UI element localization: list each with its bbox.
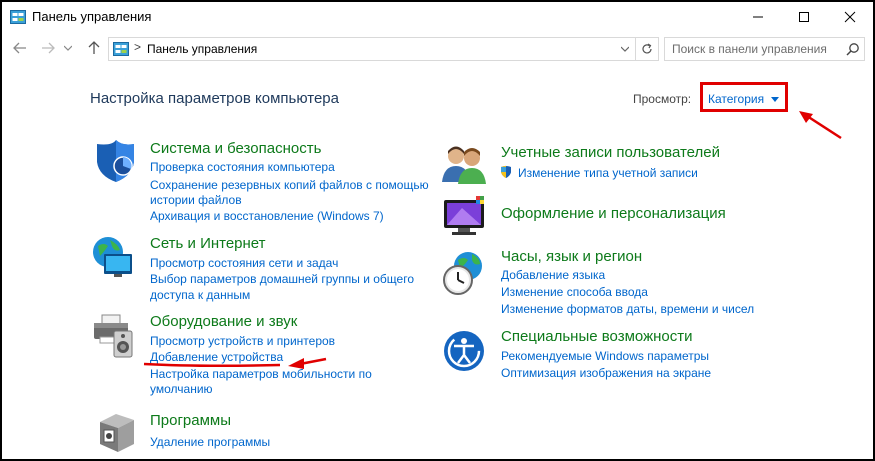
arrow-left-icon bbox=[13, 42, 26, 54]
page-title: Настройка параметров компьютера bbox=[90, 90, 339, 107]
category-title-clock[interactable]: Часы, язык и регион bbox=[501, 248, 642, 265]
chevron-down-icon bbox=[64, 45, 72, 51]
category-title-network[interactable]: Сеть и Интернет bbox=[150, 235, 266, 252]
maximize-icon bbox=[799, 12, 809, 22]
link-change-input-method[interactable]: Изменение способа ввода bbox=[501, 284, 648, 300]
link-homegroup-options-cont[interactable]: доступа к данным bbox=[150, 287, 250, 303]
link-file-history-backup-cont[interactable]: истории файлов bbox=[150, 192, 242, 208]
breadcrumb-separator: > bbox=[134, 40, 142, 54]
link-check-computer-status[interactable]: Проверка состояния компьютера bbox=[150, 159, 335, 175]
annotation-arrow-view bbox=[799, 111, 842, 140]
refresh-icon bbox=[642, 43, 652, 54]
link-change-date-formats[interactable]: Изменение форматов даты, времени и чисел bbox=[501, 301, 754, 317]
navigation-bar: > Панель управления Поиск в панели управ… bbox=[2, 34, 873, 64]
printer-speaker-icon bbox=[94, 314, 133, 358]
ease-of-access-icon bbox=[444, 331, 484, 371]
category-title-accounts[interactable]: Учетные записи пользователей bbox=[501, 144, 720, 161]
control-panel-icon bbox=[113, 42, 129, 56]
category-title-ease-of-access[interactable]: Специальные возможности bbox=[501, 328, 693, 345]
dropdown-caret-icon bbox=[771, 97, 779, 102]
back-button[interactable] bbox=[10, 38, 30, 58]
category-title-programs[interactable]: Программы bbox=[150, 412, 231, 429]
shield-icon bbox=[97, 140, 134, 182]
minimize-button[interactable] bbox=[735, 2, 781, 32]
link-recommended-settings[interactable]: Рекомендуемые Windows параметры bbox=[501, 348, 709, 364]
search-placeholder: Поиск в панели управления bbox=[672, 42, 827, 56]
category-title-hardware[interactable]: Оборудование и звук bbox=[150, 313, 297, 330]
link-mobility-settings-cont[interactable]: умолчанию bbox=[150, 381, 213, 397]
annotation-underline-add-device bbox=[143, 357, 327, 369]
category-title-security[interactable]: Система и безопасность bbox=[150, 140, 321, 157]
link-optimize-display[interactable]: Оптимизация изображения на экране bbox=[501, 365, 711, 381]
view-by-label: Просмотр: bbox=[633, 92, 692, 106]
link-uninstall-program[interactable]: Удаление программы bbox=[150, 434, 270, 450]
close-icon bbox=[844, 11, 856, 23]
link-backup-restore-win7[interactable]: Архивация и восстановление (Windows 7) bbox=[150, 208, 384, 224]
network-globe-icon bbox=[93, 237, 132, 277]
link-file-history-backup[interactable]: Сохранение резервных копий файлов с помо… bbox=[150, 177, 429, 193]
view-by-value: Категория bbox=[708, 92, 765, 106]
link-network-status[interactable]: Просмотр состояния сети и задач bbox=[150, 255, 338, 271]
breadcrumb-item[interactable]: Панель управления bbox=[147, 42, 257, 56]
arrow-up-icon bbox=[88, 41, 100, 54]
window-title: Панель управления bbox=[32, 9, 152, 24]
control-panel-window: Панель управления > Панель управления По… bbox=[0, 0, 875, 461]
category-title-appearance[interactable]: Оформление и персонализация bbox=[501, 205, 726, 222]
users-icon bbox=[442, 146, 486, 184]
search-icon bbox=[846, 43, 859, 56]
link-devices-printers[interactable]: Просмотр устройств и принтеров bbox=[150, 333, 335, 349]
up-button[interactable] bbox=[84, 38, 104, 58]
address-dropdown-button[interactable] bbox=[616, 38, 634, 60]
link-homegroup-options[interactable]: Выбор параметров домашней группы и общег… bbox=[150, 271, 414, 287]
maximize-button[interactable] bbox=[781, 2, 827, 32]
refresh-button[interactable] bbox=[635, 38, 658, 60]
uac-shield-icon bbox=[501, 165, 511, 178]
close-button[interactable] bbox=[827, 2, 873, 32]
forward-button[interactable] bbox=[38, 38, 58, 58]
recent-locations-button[interactable] bbox=[62, 38, 74, 58]
minimize-icon bbox=[753, 16, 763, 18]
address-bar[interactable]: > Панель управления bbox=[108, 37, 659, 61]
arrow-right-icon bbox=[42, 42, 55, 54]
programs-box-icon bbox=[100, 414, 134, 452]
search-input[interactable]: Поиск в панели управления bbox=[664, 37, 865, 61]
chevron-down-icon bbox=[621, 46, 629, 52]
link-add-language[interactable]: Добавление языка bbox=[501, 267, 605, 283]
monitor-palette-icon bbox=[444, 196, 484, 235]
link-change-account-type[interactable]: Изменение типа учетной записи bbox=[518, 165, 698, 181]
clock-globe-icon bbox=[443, 252, 482, 295]
control-panel-app-icon bbox=[10, 10, 26, 24]
view-by-dropdown[interactable]: Категория bbox=[700, 82, 788, 112]
title-bar: Панель управления bbox=[2, 2, 873, 32]
